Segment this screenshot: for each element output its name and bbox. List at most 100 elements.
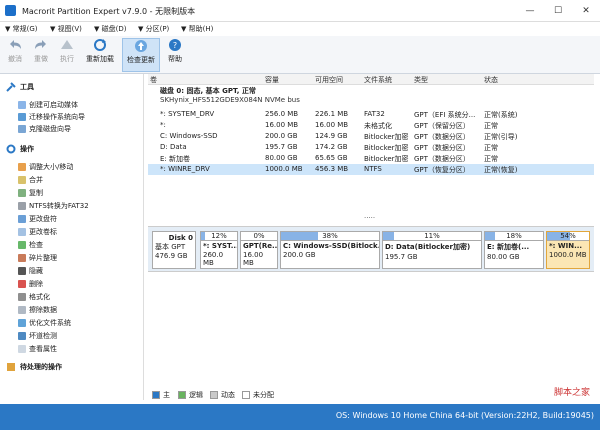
dynamic-swatch-icon [210,391,218,399]
disk-box[interactable]: Disk 0 基本 GPT 476.9 GB [152,231,196,269]
menu-view[interactable]: ▼ 视图(V) [50,24,82,34]
table-row[interactable]: C: Windows-SSD 200.0 GB 124.9 GB Bitlocker加… [148,131,594,142]
label-icon [18,228,26,236]
partition-block[interactable]: 11% D: Data(Bitlocker加密) 195.7 GB [382,231,482,269]
copy-icon [18,189,26,197]
sidebar-item-copy[interactable]: 复制 [18,188,43,198]
table-header: 卷 容量 可用空间 文件系统 类型 状态 [148,74,594,85]
unallocated-swatch-icon [242,391,250,399]
disk-size: 476.9 GB [155,252,188,260]
close-button[interactable]: ✕ [572,0,600,22]
disk-header[interactable]: 磁盘 0: 固态, 基本 GPT, 正常 SKHynix_HFS512GDE9X… [148,86,594,106]
sidebar-item-wipe[interactable]: 擦除数据 [18,305,57,315]
update-icon [135,40,147,52]
legend-dynamic: 动态 [210,390,235,400]
properties-icon [18,345,26,353]
redo-icon [35,40,46,49]
sidebar-item-ntfs-to-fat32[interactable]: NTFS转换为FAT32 [18,201,89,211]
primary-swatch-icon [152,391,160,399]
sidebar-item-optimize-fs[interactable]: 优化文件系统 [18,318,71,328]
sidebar-item-bad-sector[interactable]: 坏道检测 [18,331,57,341]
legend-unallocated: 未分配 [242,390,274,400]
col-type[interactable]: 类型 [414,75,428,85]
sidebar-item-format[interactable]: 格式化 [18,292,50,302]
partition-block[interactable]: 0% GPT(Re... 16.00 MB [240,231,278,269]
tools-icon [6,82,16,92]
pending-icon [7,363,15,371]
execute-button[interactable]: 执行 [56,38,78,72]
col-status[interactable]: 状态 [484,75,498,85]
sidebar-item-clone-disk[interactable]: 克隆磁盘向导 [18,124,71,134]
pane-resize-handle[interactable]: ..... [364,212,375,220]
sidebar-pending-header[interactable]: 待处理的操作 [6,362,62,372]
maximize-button[interactable]: ☐ [544,0,572,22]
watermark: 脚本之家 [553,388,590,398]
sidebar-item-delete[interactable]: 删除 [18,279,43,289]
menu-help[interactable]: ▼ 帮助(H) [181,24,213,34]
window-controls: — ☐ ✕ [516,0,600,22]
partition-block[interactable]: 38% C: Windows-SSD(Bitlock... 200.0 GB [280,231,380,269]
logical-swatch-icon [178,391,186,399]
partition-block[interactable]: 18% E: 新加卷(... 80.00 GB [484,231,544,269]
table-row[interactable]: D: Data 195.7 GB 174.2 GB Bitlocker加密 GPT（数据… [148,142,594,153]
sidebar-item-properties[interactable]: 查看属性 [18,344,57,354]
minimize-button[interactable]: — [516,0,544,22]
help-button[interactable]: ? 帮助 [164,38,186,72]
disk-type: 基本 GPT [155,243,186,251]
col-volume[interactable]: 卷 [150,75,157,85]
app-icon [5,5,16,16]
main-panel: 卷 容量 可用空间 文件系统 类型 状态 磁盘 0: 固态, 基本 GPT, 正… [148,74,594,400]
resize-icon [18,163,26,171]
legend-primary: 主 [152,390,170,400]
menu-general[interactable]: ▼ 常规(G) [5,24,38,34]
sidebar: 工具 创建可启动媒体 迁移操作系统向导 克隆磁盘向导 操作 调整大小/移动 合并… [6,74,144,400]
migrate-icon [18,113,26,121]
table-row[interactable]: *: SYSTEM_DRV 256.0 MB 226.1 MB FAT32 GPT（EF… [148,109,594,120]
table-row[interactable]: *: 16.00 MB 16.00 MB 未格式化 GPT（保留分区） 正常 [148,120,594,131]
partition-block[interactable]: 12% *: SYST... 260.0 MB [200,231,238,269]
menu-disk[interactable]: ▼ 磁盘(D) [94,24,126,34]
svg-text:?: ? [173,41,177,50]
status-bar: OS: Windows 10 Home China 64-bit (Versio… [0,404,600,430]
sidebar-item-resize-move[interactable]: 调整大小/移动 [18,162,73,172]
toolbar: 撤消 重做 执行 重新加载 检查更新 ? 帮助 [0,36,600,74]
table-row-selected[interactable]: *: WINRE_DRV 1000.0 MB 456.3 MB NTFS GPT（恢复分… [148,164,594,175]
sidebar-item-hide[interactable]: 隐藏 [18,266,43,276]
window-title: Macrorit Partition Expert v7.9.0 - 无限制版本 [22,7,196,16]
col-free[interactable]: 可用空间 [315,75,343,85]
wipe-icon [18,306,26,314]
legend: 主 逻辑 动态 未分配 [148,388,594,400]
help-icon: ? [169,39,181,51]
format-icon [18,293,26,301]
sidebar-item-change-letter[interactable]: 更改盘符 [18,214,57,224]
status-text: OS: Windows 10 Home China 64-bit (Versio… [335,411,594,420]
table-row[interactable]: E: 新加卷 80.00 GB 65.65 GB Bitlocker加密 GPT（数据分… [148,153,594,164]
sidebar-tools-header[interactable]: 工具 [6,82,34,92]
undo-button[interactable]: 撤消 [4,38,26,72]
sidebar-item-change-label[interactable]: 更改卷标 [18,227,57,237]
sidebar-item-create-boot-media[interactable]: 创建可启动媒体 [18,100,78,110]
sidebar-item-check[interactable]: 检查 [18,240,43,250]
menu-partition[interactable]: ▼ 分区(P) [138,24,169,34]
sidebar-item-migrate-os[interactable]: 迁移操作系统向导 [18,112,85,122]
col-filesystem[interactable]: 文件系统 [364,75,392,85]
sidebar-ops-header[interactable]: 操作 [6,144,34,154]
col-capacity[interactable]: 容量 [265,75,279,85]
redo-button[interactable]: 重做 [30,38,52,72]
letter-icon [18,215,26,223]
merge-icon [18,176,26,184]
gear-icon [6,144,16,154]
sidebar-item-defrag[interactable]: 碎片整理 [18,253,57,263]
disk-label: Disk 0 [168,234,193,242]
hide-icon [18,267,26,275]
reload-icon [94,39,106,51]
disk-title: 磁盘 0: 固态, 基本 GPT, 正常 [160,87,256,95]
menu-bar: ▼ 常规(G) ▼ 视图(V) ▼ 磁盘(D) ▼ 分区(P) ▼ 帮助(H) [0,22,600,36]
partition-block-selected[interactable]: 54% *: WIN... 1000.0 MB [546,231,590,269]
media-icon [18,101,26,109]
legend-logical: 逻辑 [178,390,203,400]
check-icon [18,241,26,249]
reload-button[interactable]: 重新加载 [82,38,118,72]
check-update-button[interactable]: 检查更新 [122,38,160,72]
sidebar-item-merge[interactable]: 合并 [18,175,43,185]
